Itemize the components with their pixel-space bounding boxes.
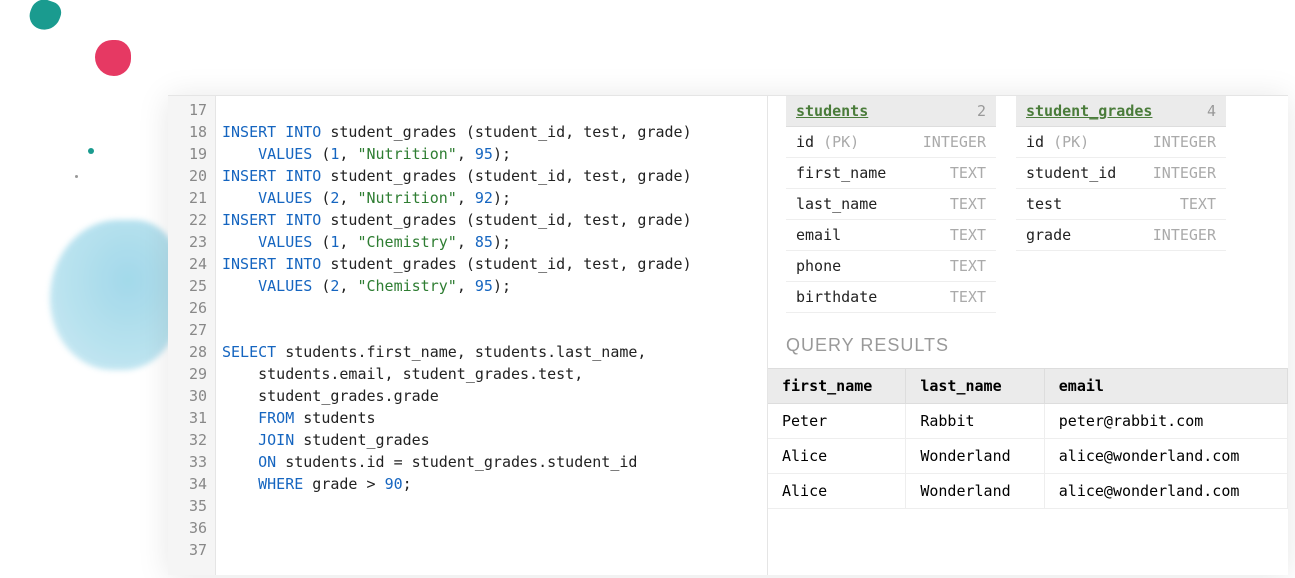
schema-column-row: gradeINTEGER xyxy=(1016,220,1226,251)
schema-column-row: emailTEXT xyxy=(786,220,996,251)
results-cell: Wonderland xyxy=(906,474,1044,509)
results-column-header: first_name xyxy=(768,369,906,404)
schema-column-row: phoneTEXT xyxy=(786,251,996,282)
decorative-dot xyxy=(88,148,94,154)
line-number: 17 xyxy=(168,99,215,121)
line-number: 36 xyxy=(168,517,215,539)
schema-column-row: id (PK)INTEGER xyxy=(786,127,996,158)
query-results-table: first_namelast_nameemailPeterRabbitpeter… xyxy=(768,368,1288,509)
line-number: 26 xyxy=(168,297,215,319)
code-line[interactable] xyxy=(222,539,692,561)
schema-column-row: id (PK)INTEGER xyxy=(1016,127,1226,158)
code-editor[interactable]: INSERT INTO student_grades (student_id, … xyxy=(216,96,698,575)
line-number: 19 xyxy=(168,143,215,165)
code-line[interactable]: INSERT INTO student_grades (student_id, … xyxy=(222,209,692,231)
code-line[interactable]: JOIN student_grades xyxy=(222,429,692,451)
decorative-blob xyxy=(50,220,180,370)
schema-row-count: 2 xyxy=(977,102,986,120)
line-number: 20 xyxy=(168,165,215,187)
code-line[interactable]: WHERE grade > 90; xyxy=(222,473,692,495)
decorative-dot xyxy=(75,175,78,178)
results-column-header: last_name xyxy=(906,369,1044,404)
results-cell: alice@wonderland.com xyxy=(1044,439,1287,474)
schema-table: students 2 id (PK)INTEGERfirst_nameTEXTlas… xyxy=(786,96,996,313)
results-cell: Wonderland xyxy=(906,439,1044,474)
results-cell: Rabbit xyxy=(906,404,1044,439)
line-number: 33 xyxy=(168,451,215,473)
code-line[interactable]: students.email, student_grades.test, xyxy=(222,363,692,385)
code-line[interactable]: INSERT INTO student_grades (student_id, … xyxy=(222,121,692,143)
query-results-heading: QUERY RESULTS xyxy=(768,313,1288,368)
code-line[interactable]: FROM students xyxy=(222,407,692,429)
line-number-gutter: 1718192021222324252627282930313233343536… xyxy=(168,96,216,575)
code-panel: 1718192021222324252627282930313233343536… xyxy=(168,96,768,575)
results-row: PeterRabbitpeter@rabbit.com xyxy=(768,404,1288,439)
decorative-blob xyxy=(95,40,131,76)
schema-table: student_grades 4 id (PK)INTEGERstudent_idI… xyxy=(1016,96,1226,313)
schema-header: students 2 xyxy=(786,96,996,127)
schema-column-row: last_nameTEXT xyxy=(786,189,996,220)
code-line[interactable]: INSERT INTO student_grades (student_id, … xyxy=(222,253,692,275)
line-number: 28 xyxy=(168,341,215,363)
code-line[interactable]: SELECT students.first_name, students.las… xyxy=(222,341,692,363)
line-number: 37 xyxy=(168,539,215,561)
code-line[interactable] xyxy=(222,495,692,517)
schema-name-link[interactable]: student_grades xyxy=(1026,102,1152,120)
schema-header: student_grades 4 xyxy=(1016,96,1226,127)
sql-editor-window: 1718192021222324252627282930313233343536… xyxy=(168,95,1288,575)
line-number: 34 xyxy=(168,473,215,495)
results-cell: alice@wonderland.com xyxy=(1044,474,1287,509)
results-cell: Alice xyxy=(768,439,906,474)
line-number: 29 xyxy=(168,363,215,385)
code-line[interactable]: VALUES (1, "Chemistry", 85); xyxy=(222,231,692,253)
results-row: AliceWonderlandalice@wonderland.com xyxy=(768,474,1288,509)
schema-column-row: student_idINTEGER xyxy=(1016,158,1226,189)
results-cell: Peter xyxy=(768,404,906,439)
schema-row-count: 4 xyxy=(1207,102,1216,120)
line-number: 32 xyxy=(168,429,215,451)
line-number: 27 xyxy=(168,319,215,341)
code-line[interactable]: student_grades.grade xyxy=(222,385,692,407)
schema-column-row: testTEXT xyxy=(1016,189,1226,220)
results-row: AliceWonderlandalice@wonderland.com xyxy=(768,439,1288,474)
line-number: 21 xyxy=(168,187,215,209)
schema-name-link[interactable]: students xyxy=(796,102,868,120)
line-number: 18 xyxy=(168,121,215,143)
line-number: 25 xyxy=(168,275,215,297)
decorative-blob xyxy=(26,0,64,34)
code-line[interactable]: VALUES (1, "Nutrition", 95); xyxy=(222,143,692,165)
line-number: 22 xyxy=(168,209,215,231)
schema-column-row: first_nameTEXT xyxy=(786,158,996,189)
code-line[interactable]: INSERT INTO student_grades (student_id, … xyxy=(222,165,692,187)
line-number: 30 xyxy=(168,385,215,407)
results-cell: Alice xyxy=(768,474,906,509)
schema-list: students2id (PK)INTEGERfirst_nameTEXTlas… xyxy=(768,96,1288,313)
line-number: 24 xyxy=(168,253,215,275)
schema-column-row: birthdateTEXT xyxy=(786,282,996,313)
results-column-header: email xyxy=(1044,369,1287,404)
code-line[interactable] xyxy=(222,319,692,341)
line-number: 35 xyxy=(168,495,215,517)
code-line[interactable] xyxy=(222,99,692,121)
line-number: 23 xyxy=(168,231,215,253)
line-number: 31 xyxy=(168,407,215,429)
code-line[interactable]: ON students.id = student_grades.student_… xyxy=(222,451,692,473)
code-line[interactable] xyxy=(222,297,692,319)
results-cell: peter@rabbit.com xyxy=(1044,404,1287,439)
code-line[interactable] xyxy=(222,517,692,539)
code-line[interactable]: VALUES (2, "Nutrition", 92); xyxy=(222,187,692,209)
results-panel: students2id (PK)INTEGERfirst_nameTEXTlas… xyxy=(768,96,1288,575)
code-line[interactable]: VALUES (2, "Chemistry", 95); xyxy=(222,275,692,297)
